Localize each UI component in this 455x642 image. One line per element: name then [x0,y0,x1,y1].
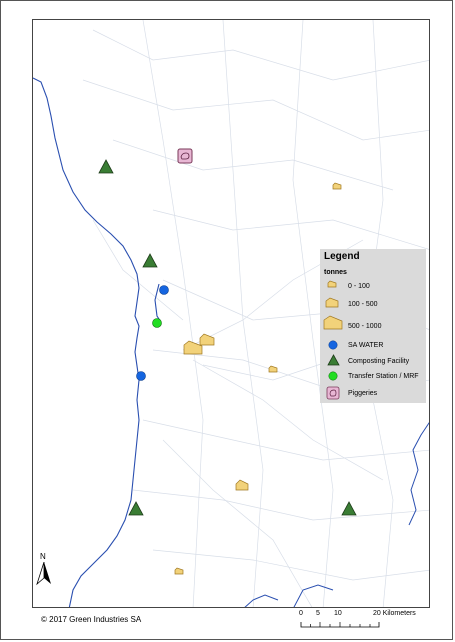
legend-label-piggeries: Piggeries [348,390,378,397]
legend-subtitle: tonnes [324,269,347,276]
cheese-medium-icon [325,297,339,308]
legend-label-100-500: 100 - 500 [348,301,378,308]
composting-icon [327,354,340,366]
cheese-marker-small[interactable] [174,567,184,575]
legend-label-0-100: 0 - 100 [348,283,370,290]
north-label: N [40,552,46,561]
composting-marker[interactable] [142,253,158,268]
piggeries-marker[interactable] [177,148,193,164]
piggeries-icon [326,386,340,400]
scale-tick-20: 20 Kilometers [373,610,416,617]
north-arrow-icon [36,562,51,586]
legend-label-500-1000: 500 - 1000 [348,323,382,330]
copyright: © 2017 Green Industries SA [41,615,142,624]
legend-label-sa-water: SA WATER [348,342,384,349]
cheese-marker-large[interactable] [183,340,203,355]
sa-water-markers [136,285,169,381]
tonnes-markers [174,182,342,575]
scale-tick-10: 10 [334,610,342,617]
scale-bar-graphic [300,622,380,628]
legend-label-transfer: Transfer Station / MRF [348,373,419,380]
legend-panel: Legend tonnes 0 - 100 100 - 500 500 - 10… [320,249,426,403]
cheese-small-icon [327,280,337,288]
composting-marker[interactable] [98,159,114,174]
sa-water-marker[interactable] [159,285,169,295]
composting-marker[interactable] [128,501,144,516]
scale-tick-0: 0 [299,610,303,617]
coastline [33,77,162,607]
cheese-marker-small[interactable] [268,365,278,373]
scale-bar: 0 5 10 20 Kilometers [296,610,436,632]
transfer-station-icon [328,371,338,381]
sa-water-icon [328,340,338,350]
cheese-marker-medium[interactable] [235,479,249,491]
legend-title: Legend [324,251,360,262]
sa-water-marker[interactable] [136,371,146,381]
legend-label-composting: Composting Facility [348,358,410,365]
cheese-large-icon [323,315,343,330]
cheese-marker-small[interactable] [332,182,342,190]
transfer-station-marker[interactable] [152,318,162,328]
scale-tick-5: 5 [316,610,320,617]
north-arrow: N [36,552,52,586]
composting-marker[interactable] [341,501,357,516]
